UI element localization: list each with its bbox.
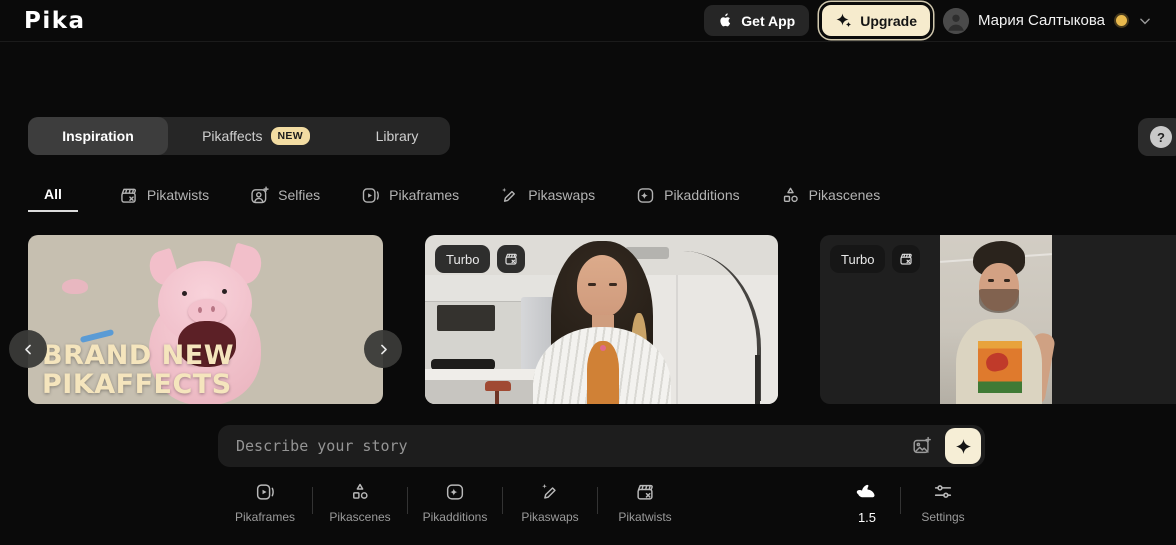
upgrade-label: Upgrade xyxy=(860,12,918,29)
sparkle-icon xyxy=(835,12,853,30)
filter-pikaswaps[interactable]: Pikaswaps xyxy=(499,178,595,212)
filter-pikaframes[interactable]: Pikaframes xyxy=(360,178,459,212)
pikadditions-icon xyxy=(635,185,656,206)
get-app-label: Get App xyxy=(741,12,796,29)
pikatwists-badge-icon xyxy=(892,245,921,273)
pikatwists-icon xyxy=(634,481,656,503)
new-badge: NEW xyxy=(270,127,310,145)
sparkle-icon xyxy=(955,438,972,455)
tab-inspiration[interactable]: Inspiration xyxy=(28,117,168,155)
tab-library-label: Library xyxy=(375,128,419,144)
turbo-badge: Turbo xyxy=(830,245,886,273)
settings-sliders-icon xyxy=(932,481,954,503)
header-actions: Get App Upgrade Мария Салтыкова xyxy=(704,5,1152,36)
promo-caption-line2: PIKAFFECTS xyxy=(42,369,232,401)
help-button[interactable]: ? xyxy=(1138,118,1176,156)
pikaframes-icon xyxy=(360,185,381,206)
view-tabs: Inspiration Pikaffects NEW Library xyxy=(28,117,450,155)
video-card-selfie-woman[interactable]: Turbo xyxy=(425,235,778,404)
tab-pikaffects-label: Pikaffects xyxy=(202,128,263,144)
user-menu[interactable]: Мария Салтыкова xyxy=(943,7,1152,34)
filter-pikadditions-label: Pikadditions xyxy=(664,187,740,203)
promo-caption: BRAND NEW PIKAFFECTS xyxy=(42,340,234,401)
attach-image-button[interactable] xyxy=(905,429,939,463)
tab-pikaffects[interactable]: Pikaffects NEW xyxy=(168,117,344,155)
filter-pikascenes[interactable]: Pikascenes xyxy=(780,178,881,212)
filter-pikadditions[interactable]: Pikadditions xyxy=(635,178,740,212)
toolbar-pikatwists-label: Pikatwists xyxy=(618,510,672,524)
question-icon: ? xyxy=(1150,126,1172,148)
pikaframes-icon xyxy=(254,481,276,503)
chevron-down-icon xyxy=(1138,14,1152,28)
toolbar-settings-label: Settings xyxy=(921,510,965,524)
promo-caption-line1: BRAND NEW xyxy=(42,340,234,372)
toolbar-pikascenes-label: Pikascenes xyxy=(329,510,391,524)
filter-pikascenes-label: Pikascenes xyxy=(808,187,881,203)
toolbar-pikatwists[interactable]: Pikatwists xyxy=(598,481,692,524)
pikascenes-icon xyxy=(780,185,801,206)
filter-bar: All Pikatwists Selfies Pikaframes Pikasw… xyxy=(28,178,880,212)
apple-icon xyxy=(718,12,733,29)
top-bar: Pika Get App Upgrade Мария Салтыкова xyxy=(0,0,1176,42)
toolbar-pikaframes-label: Pikaframes xyxy=(234,510,296,524)
filter-pikaswaps-label: Pikaswaps xyxy=(528,187,596,203)
image-plus-icon xyxy=(911,435,933,457)
pikaswaps-icon xyxy=(499,185,520,206)
inspiration-cards: BRAND NEW PIKAFFECTS Turbo Turbo xyxy=(9,235,1176,404)
card-badges: Turbo xyxy=(435,245,526,273)
promo-card-pikaffects[interactable]: BRAND NEW PIKAFFECTS xyxy=(28,235,383,404)
get-app-button[interactable]: Get App xyxy=(704,5,810,36)
filter-all-label: All xyxy=(44,186,62,202)
mode-toolbar: Pikaframes Pikascenes Pikadditions Pikas… xyxy=(218,481,985,525)
carousel-prev-button[interactable] xyxy=(9,330,47,368)
filter-pikatwists-label: Pikatwists xyxy=(146,187,210,203)
pikadditions-icon xyxy=(444,481,466,503)
toolbar-pikadditions[interactable]: Pikadditions xyxy=(408,481,502,524)
filter-all[interactable]: All xyxy=(28,178,78,212)
pika-logo: Pika xyxy=(24,7,86,34)
pikatwists-badge-icon xyxy=(497,245,526,273)
filter-selfies[interactable]: Selfies xyxy=(249,178,320,212)
tab-library[interactable]: Library xyxy=(344,117,450,155)
user-name: Мария Салтыкова xyxy=(978,12,1105,29)
toolbar-pikaframes[interactable]: Pikaframes xyxy=(218,481,312,524)
pikascenes-icon xyxy=(349,481,371,503)
toolbar-model-version[interactable]: 1.5 xyxy=(834,481,900,525)
filter-pikatwists[interactable]: Pikatwists xyxy=(118,178,209,212)
card-badges: Turbo xyxy=(830,245,921,273)
toolbar-pikaswaps[interactable]: Pikaswaps xyxy=(503,481,597,524)
prompt-bar xyxy=(218,425,985,467)
toolbar-version-label: 1.5 xyxy=(857,510,877,525)
toolbar-settings[interactable]: Settings xyxy=(901,481,985,524)
filter-selfies-label: Selfies xyxy=(278,187,321,203)
tab-inspiration-label: Inspiration xyxy=(62,128,134,144)
carousel-next-button[interactable] xyxy=(364,330,402,368)
video-card-selfie-man[interactable]: Turbo xyxy=(820,235,1176,404)
toolbar-pikadditions-label: Pikadditions xyxy=(422,510,488,524)
avatar xyxy=(943,7,970,34)
filter-pikaframes-label: Pikaframes xyxy=(389,187,460,203)
generate-button[interactable] xyxy=(945,428,981,464)
toolbar-pikaswaps-label: Pikaswaps xyxy=(521,510,579,524)
status-dot xyxy=(1114,13,1129,28)
turbo-badge: Turbo xyxy=(435,245,491,273)
pikatwists-icon xyxy=(118,185,139,206)
selfie-icon xyxy=(249,185,270,206)
pikaswaps-icon xyxy=(539,481,561,503)
pika-app: Pika Get App Upgrade Мария Салтыкова Ins… xyxy=(0,0,1176,545)
prompt-input[interactable] xyxy=(234,436,899,456)
bunny-icon xyxy=(854,481,880,503)
upgrade-button[interactable]: Upgrade xyxy=(822,5,931,36)
toolbar-pikascenes[interactable]: Pikascenes xyxy=(313,481,407,524)
